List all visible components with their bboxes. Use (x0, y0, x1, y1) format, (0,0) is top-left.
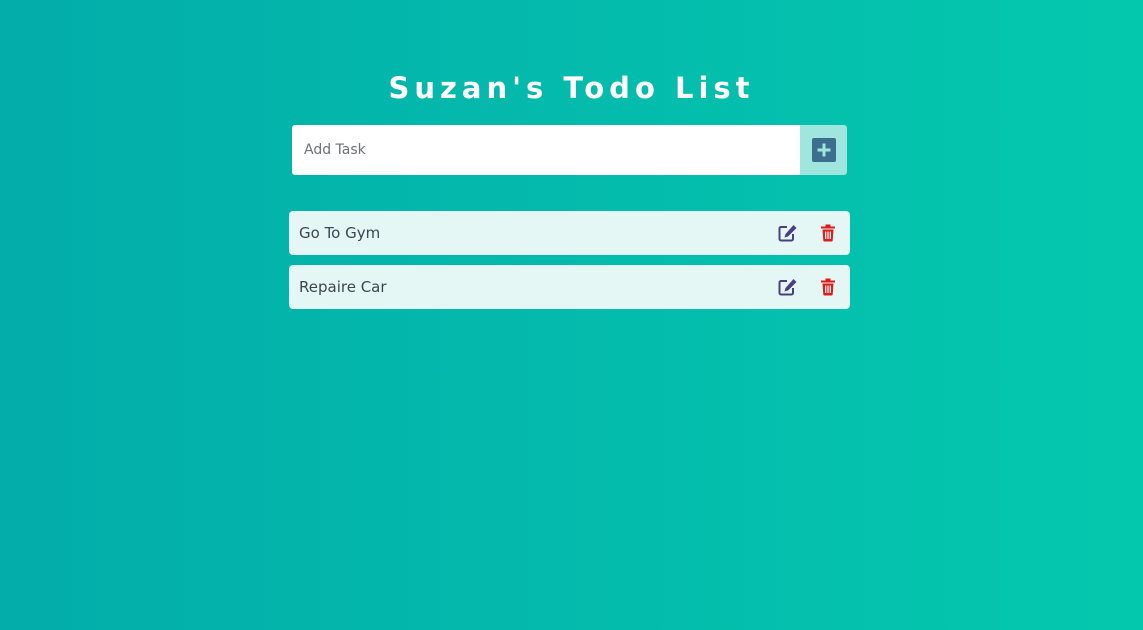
todo-item: Repaire Car (289, 265, 850, 309)
plus-square-icon (811, 138, 836, 162)
add-task-button[interactable] (800, 125, 847, 175)
page-title: Suzan's Todo List (388, 71, 755, 105)
edit-icon[interactable] (777, 222, 799, 244)
trash-icon[interactable] (817, 276, 839, 298)
todo-list: Go To Gym Repaire Car (289, 211, 850, 319)
add-task-form (292, 125, 847, 175)
edit-icon[interactable] (777, 276, 799, 298)
todo-text: Repaire Car (299, 278, 387, 296)
trash-icon[interactable] (817, 222, 839, 244)
add-task-input[interactable] (292, 125, 800, 175)
todo-item: Go To Gym (289, 211, 850, 255)
todo-text: Go To Gym (299, 224, 381, 242)
